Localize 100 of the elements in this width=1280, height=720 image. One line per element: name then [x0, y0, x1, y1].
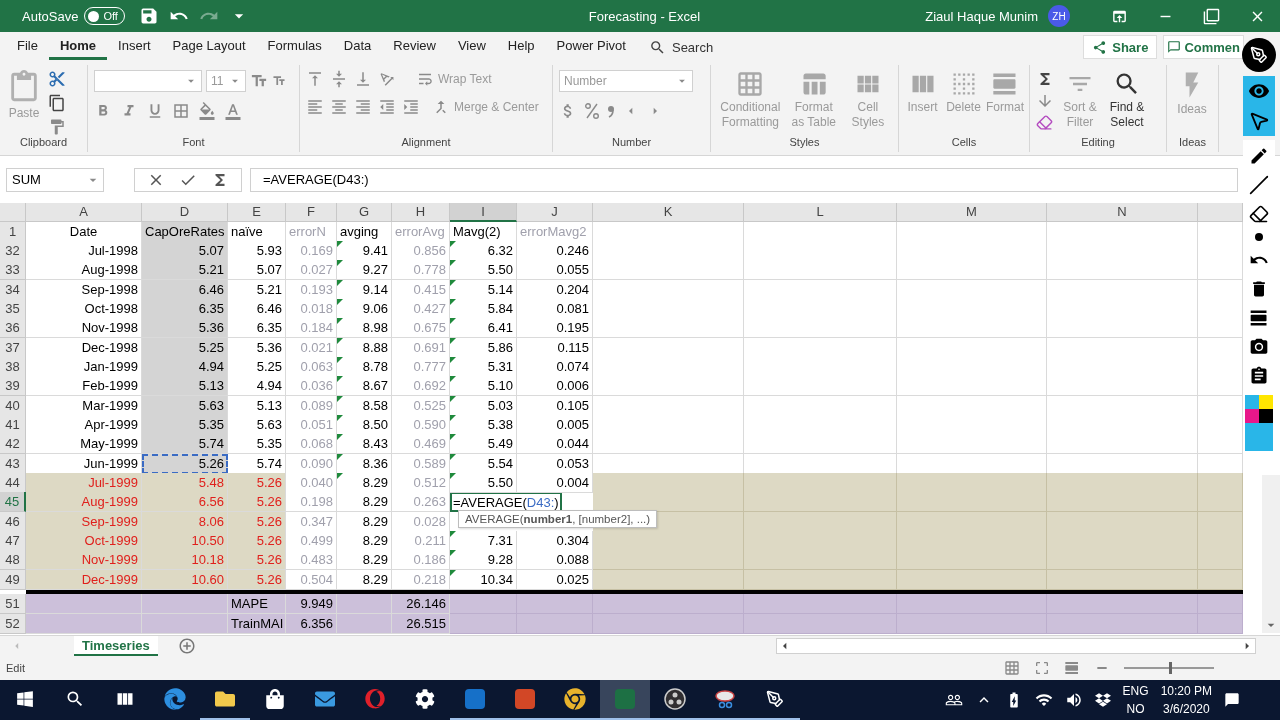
orientation-icon[interactable] — [378, 70, 396, 89]
cut-icon[interactable] — [48, 70, 66, 89]
format-painter-icon[interactable] — [48, 118, 66, 137]
summary-label: MAPE — [228, 594, 286, 615]
find-select-button[interactable]: Find & Select — [1106, 70, 1148, 137]
column-header[interactable]: L — [744, 202, 897, 222]
error-flag-icon — [337, 415, 343, 422]
row-header[interactable]: 51 — [0, 594, 26, 615]
error-flag-icon — [450, 240, 456, 247]
ribbon-tab[interactable]: Insert — [107, 34, 162, 61]
table-cell: 9.949 — [286, 594, 337, 615]
table-cell: 8.98 — [337, 318, 392, 339]
borders-icon[interactable] — [172, 102, 190, 121]
row-header[interactable]: 33 — [0, 260, 26, 281]
share-button[interactable]: Share — [1083, 35, 1158, 60]
ribbon-tab[interactable]: Power Pivot — [545, 34, 637, 61]
settings-icon — [415, 689, 435, 709]
row-header[interactable]: 36 — [0, 318, 26, 339]
row-header[interactable]: 34 — [0, 279, 26, 300]
row-header[interactable]: 47 — [0, 531, 26, 552]
comments-button[interactable]: Commen — [1163, 35, 1244, 60]
error-flag-icon — [450, 376, 456, 383]
dot-icon[interactable] — [1255, 233, 1263, 241]
row-header[interactable]: 41 — [0, 415, 26, 436]
table-cell: Aug-1998 — [26, 260, 142, 281]
error-flag-icon — [337, 299, 343, 305]
error-flag-icon — [450, 279, 456, 286]
notifications-icon[interactable] — [1224, 692, 1240, 708]
table-cell — [1198, 473, 1243, 494]
column-header[interactable]: N — [1047, 202, 1198, 222]
font-color-icon[interactable] — [224, 102, 242, 121]
row-header[interactable]: 49 — [0, 569, 26, 590]
copy-icon[interactable] — [48, 94, 66, 113]
line-icon[interactable] — [1249, 175, 1269, 195]
table-cell: 8.67 — [337, 376, 392, 397]
column-header[interactable]: A — [26, 202, 142, 222]
table-cell: Jul-1998 — [26, 240, 142, 261]
column-header[interactable]: I — [450, 202, 517, 222]
table-cell — [1198, 492, 1243, 513]
comma-style-icon[interactable] — [607, 104, 615, 119]
table-cell: 5.35 — [228, 434, 286, 455]
volume-icon[interactable] — [1064, 691, 1083, 709]
horizontal-scrollbar[interactable] — [776, 638, 1256, 655]
fill-color-icon[interactable] — [198, 102, 216, 121]
percent-icon[interactable] — [585, 103, 599, 120]
column-header[interactable]: J — [517, 202, 593, 222]
ribbon-tab[interactable]: Help — [496, 34, 546, 61]
table-cell: 9.14 — [337, 279, 392, 300]
row-header[interactable]: 48 — [0, 550, 26, 571]
column-header[interactable]: M — [897, 202, 1047, 222]
row-header[interactable]: 40 — [0, 395, 26, 416]
row-header[interactable]: 44 — [0, 473, 26, 494]
column-header[interactable]: E — [228, 202, 286, 222]
column-header[interactable]: F — [286, 202, 337, 222]
ribbon-tab[interactable]: File — [6, 34, 49, 61]
sheet-tab[interactable]: Timeseries — [74, 636, 158, 657]
row-header[interactable]: 35 — [0, 299, 26, 319]
table-cell: 5.63 — [228, 415, 286, 436]
column-header[interactable]: K — [593, 202, 744, 222]
color-palette-icon[interactable] — [1245, 395, 1273, 451]
add-sheet-icon[interactable] — [177, 637, 196, 656]
dropbox-icon[interactable] — [1094, 692, 1111, 708]
column-header[interactable]: H — [392, 202, 450, 222]
ribbon-tab[interactable]: Page Layout — [161, 34, 257, 61]
table-cell: 0.218 — [392, 569, 450, 590]
ribbon-tab[interactable]: View — [446, 34, 497, 61]
formula-field[interactable]: =AVERAGE(D43:) — [250, 168, 1238, 192]
row-header[interactable]: 52 — [0, 613, 26, 634]
middle-align-icon[interactable] — [330, 70, 348, 89]
normal-view-icon[interactable] — [1004, 660, 1020, 677]
table-cell: 0.246 — [517, 240, 593, 261]
search-field[interactable]: Search — [648, 38, 714, 56]
row-header[interactable]: 37 — [0, 337, 26, 358]
ribbon-tab[interactable]: Review — [382, 34, 447, 61]
wifi-icon[interactable] — [1034, 691, 1053, 709]
row-header[interactable]: 32 — [0, 240, 26, 261]
cursor-icon[interactable] — [1248, 110, 1270, 132]
row-header[interactable]: 43 — [0, 453, 26, 474]
eraser-icon[interactable] — [1249, 204, 1269, 224]
vertical-scrollbar[interactable] — [1262, 474, 1280, 634]
clipboard-icon[interactable] — [1249, 366, 1269, 386]
row-header[interactable]: 39 — [0, 376, 26, 397]
ribbon-tab[interactable]: Data — [332, 34, 383, 61]
row-header[interactable]: 45 — [0, 492, 26, 513]
camera-icon[interactable] — [1249, 337, 1269, 357]
pencil-icon[interactable] — [1249, 146, 1269, 166]
row-header[interactable]: 38 — [0, 357, 26, 377]
user-avatar[interactable]: ZH — [1048, 5, 1070, 28]
column-header[interactable]: D — [142, 202, 228, 222]
zoom-slider-thumb[interactable] — [1169, 662, 1172, 675]
ribbon-tab[interactable]: Formulas — [256, 34, 333, 61]
name-box[interactable]: SUM — [6, 168, 104, 192]
column-header[interactable]: G — [337, 202, 392, 222]
table-cell: 6.356 — [286, 613, 337, 634]
row-header[interactable]: 1 — [0, 221, 26, 242]
page-layout-icon[interactable] — [1034, 660, 1050, 677]
font-name-field[interactable] — [94, 70, 202, 93]
table-cell: 0.263 — [392, 492, 450, 513]
row-header[interactable]: 46 — [0, 511, 26, 532]
row-header[interactable]: 42 — [0, 434, 26, 455]
